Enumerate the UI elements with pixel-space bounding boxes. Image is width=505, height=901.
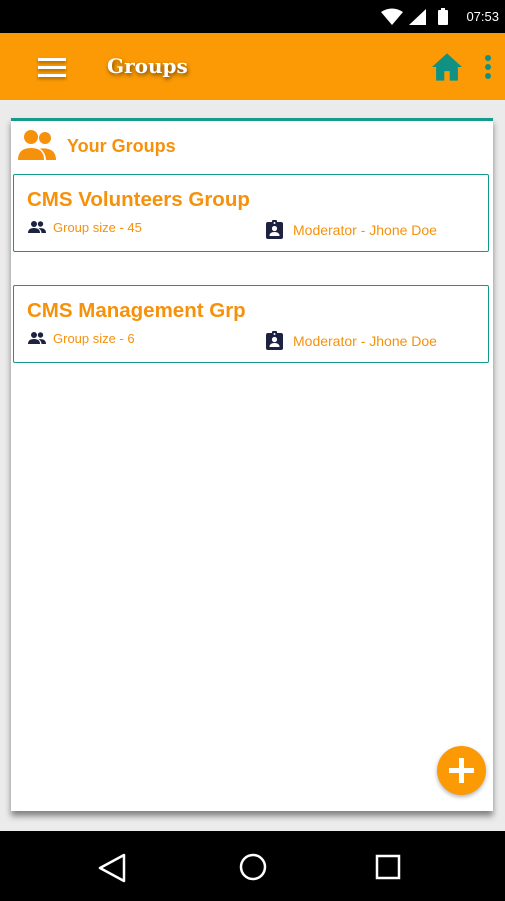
assignment-ind-icon bbox=[266, 220, 283, 239]
recent-apps-icon[interactable] bbox=[375, 854, 401, 880]
group-size-label: Group size - 6 bbox=[53, 331, 135, 346]
assignment-ind-icon bbox=[266, 331, 283, 350]
clock: 07:53 bbox=[466, 9, 499, 24]
groups-card: Your Groups CMS Volunteers Group Group s… bbox=[11, 118, 493, 811]
home-icon[interactable] bbox=[430, 52, 464, 82]
cell-signal-icon bbox=[409, 9, 426, 25]
group-size-label: Group size - 45 bbox=[53, 220, 142, 235]
add-group-button[interactable] bbox=[437, 746, 486, 795]
more-vert-icon[interactable] bbox=[482, 55, 494, 81]
home-circle-icon[interactable] bbox=[238, 852, 268, 882]
moderator-label: Moderator - Jhone Doe bbox=[293, 222, 437, 238]
card-title: Your Groups bbox=[67, 136, 176, 156]
wifi-icon bbox=[381, 8, 403, 25]
people-icon bbox=[28, 332, 46, 344]
back-icon[interactable] bbox=[97, 853, 127, 883]
people-icon bbox=[28, 221, 46, 233]
system-nav-bar bbox=[0, 831, 505, 901]
group-name: CMS Volunteers Group bbox=[27, 188, 250, 211]
group-name: CMS Management Grp bbox=[27, 299, 246, 322]
people-icon bbox=[18, 130, 56, 160]
status-bar: 07:53 bbox=[0, 0, 505, 33]
group-list-item[interactable]: CMS Management Grp Group size - 6 Modera… bbox=[13, 285, 489, 363]
group-list-item[interactable]: CMS Volunteers Group Group size - 45 Mod… bbox=[13, 174, 489, 252]
app-bar: Groups bbox=[0, 33, 505, 100]
page-title: Groups bbox=[107, 54, 188, 78]
hamburger-menu-icon[interactable] bbox=[38, 58, 66, 78]
moderator-label: Moderator - Jhone Doe bbox=[293, 333, 437, 349]
battery-icon bbox=[438, 8, 448, 25]
